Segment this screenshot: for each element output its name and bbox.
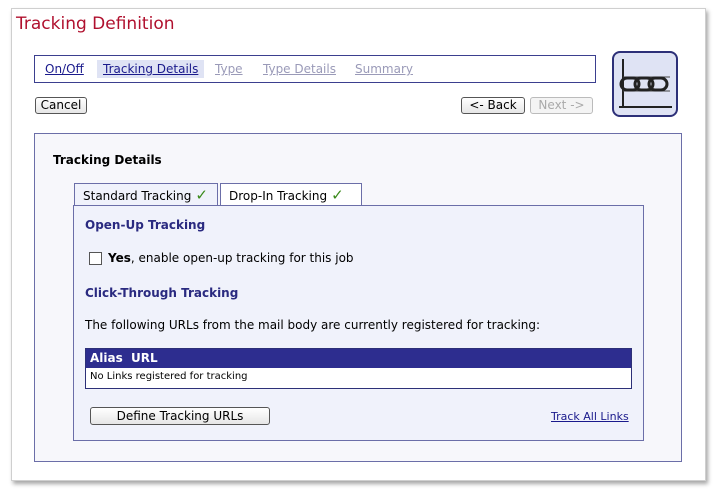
url-table: Alias URL No Links registered for tracki…: [85, 348, 632, 389]
step-on-off[interactable]: On/Off: [39, 60, 90, 78]
tab-label: Standard Tracking: [83, 189, 192, 203]
define-tracking-urls-button[interactable]: Define Tracking URLs: [90, 407, 270, 425]
page-title: Tracking Definition: [16, 14, 175, 34]
checkmark-icon: ✓: [195, 186, 208, 204]
checkmark-icon: ✓: [331, 186, 344, 204]
back-button[interactable]: <- Back: [461, 97, 525, 114]
track-all-links-link[interactable]: Track All Links: [551, 410, 629, 423]
next-button: Next ->: [530, 97, 593, 114]
step-tracking-details[interactable]: Tracking Details: [97, 60, 205, 78]
cancel-button[interactable]: Cancel: [35, 97, 87, 114]
section-title: Tracking Details: [53, 153, 162, 167]
tab-label: Drop-In Tracking: [229, 189, 328, 203]
yes-label: Yes: [108, 251, 131, 265]
openup-checkbox-label[interactable]: Yes, enable open-up tracking for this jo…: [108, 251, 354, 265]
tab-drop-in-tracking[interactable]: Drop-In Tracking ✓: [220, 183, 362, 206]
clickthrough-description: The following URLs from the mail body ar…: [85, 318, 541, 332]
chain-link-icon: [612, 51, 678, 117]
column-url: URL: [130, 351, 158, 365]
step-summary: Summary: [355, 62, 413, 76]
openup-description: , enable open-up tracking for this job: [130, 251, 354, 265]
openup-checkbox[interactable]: [89, 252, 102, 265]
column-alias: Alias: [90, 351, 123, 365]
tab-standard-tracking[interactable]: Standard Tracking ✓: [74, 183, 218, 207]
openup-heading: Open-Up Tracking: [85, 218, 206, 232]
clickthrough-heading: Click-Through Tracking: [85, 286, 239, 300]
step-type: Type: [215, 62, 243, 76]
step-type-details: Type Details: [263, 62, 336, 76]
wizard-steps: On/Off Tracking Details Type Type Detail…: [34, 55, 596, 83]
url-table-header: Alias URL: [86, 349, 631, 368]
empty-message: No Links registered for tracking: [90, 371, 248, 382]
